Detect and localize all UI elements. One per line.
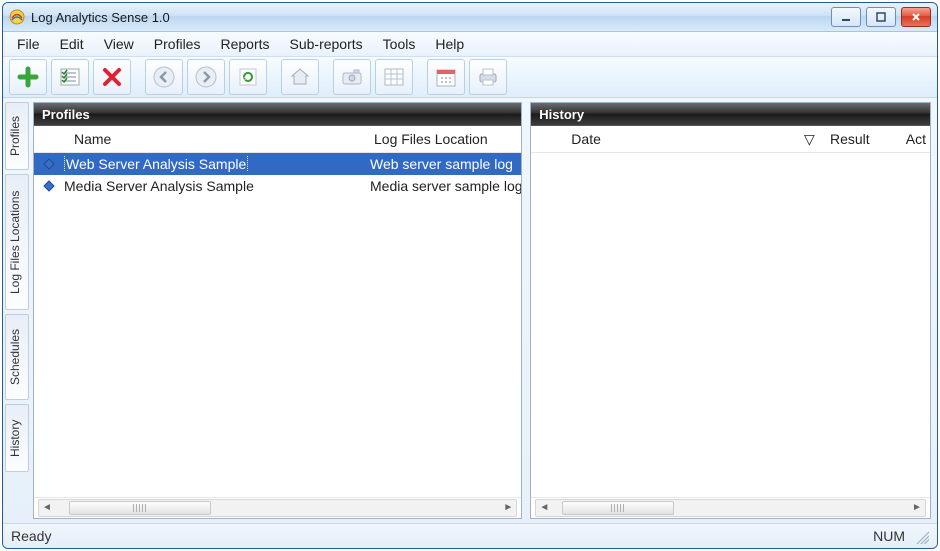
plus-icon [16, 65, 40, 89]
menu-subreports[interactable]: Sub-reports [280, 34, 373, 54]
toolbar-delete-button[interactable] [93, 59, 131, 95]
table-row[interactable]: Media Server Analysis Sample Media serve… [34, 175, 521, 197]
row-name: Media Server Analysis Sample [64, 178, 370, 194]
titlebar[interactable]: Log Analytics Sense 1.0 [3, 3, 937, 32]
toolbar-home-button[interactable] [281, 59, 319, 95]
row-icon [34, 180, 64, 192]
scroll-right-icon[interactable]: ► [500, 500, 516, 514]
profiles-panel: Profiles Name Log Files Location Web Ser… [33, 102, 522, 519]
x-icon [101, 66, 123, 88]
status-left: Ready [11, 528, 51, 544]
sidetab-schedules[interactable]: Schedules [5, 314, 29, 400]
history-rows [531, 153, 930, 497]
toolbar-print-button[interactable] [469, 59, 507, 95]
scroll-left-icon[interactable]: ◄ [536, 500, 552, 514]
toolbar-back-button[interactable] [145, 59, 183, 95]
refresh-icon [238, 67, 258, 87]
close-button[interactable] [901, 7, 931, 27]
scroll-left-icon[interactable]: ◄ [39, 500, 55, 514]
sidetab-log-files-locations[interactable]: Log Files Locations [5, 174, 29, 310]
menu-edit[interactable]: Edit [50, 34, 94, 54]
app-window: Log Analytics Sense 1.0 File Edit View P… [2, 2, 938, 549]
profiles-col-location[interactable]: Log Files Location [364, 131, 521, 147]
minimize-button[interactable] [831, 7, 861, 27]
history-col-result[interactable]: Result [820, 131, 890, 147]
profiles-col-name[interactable]: Name [34, 131, 364, 147]
print-icon [477, 66, 499, 88]
sort-desc-icon: ▽ [804, 131, 815, 147]
menu-reports[interactable]: Reports [210, 34, 279, 54]
profiles-panel-title: Profiles [34, 103, 521, 126]
window-buttons [831, 7, 931, 27]
diamond-icon [43, 180, 55, 192]
history-panel: History Date ▽ Result Act ◄ ► [530, 102, 931, 519]
history-col-date[interactable]: Date [531, 131, 794, 147]
toolbar-camera-button[interactable] [333, 59, 371, 95]
maximize-button[interactable] [866, 7, 896, 27]
toolbar-forward-button[interactable] [187, 59, 225, 95]
table-row[interactable]: Web Server Analysis Sample Web server sa… [34, 153, 521, 175]
toolbar-add-button[interactable] [9, 59, 47, 95]
scroll-thumb[interactable] [562, 501, 674, 515]
toolbar [3, 57, 937, 98]
profiles-rows: Web Server Analysis Sample Web server sa… [34, 153, 521, 497]
menu-file[interactable]: File [7, 34, 50, 54]
back-icon [152, 65, 176, 89]
menu-view[interactable]: View [94, 34, 144, 54]
workspace: Profiles Log Files Locations Schedules H… [3, 98, 937, 523]
forward-icon [194, 65, 218, 89]
history-col-actions[interactable]: Act [890, 131, 930, 147]
scroll-thumb[interactable] [69, 501, 211, 515]
app-icon [9, 9, 25, 25]
grid-icon [384, 68, 404, 86]
sidetab-history[interactable]: History [5, 404, 29, 472]
toolbar-calendar-button[interactable] [427, 59, 465, 95]
toolbar-refresh-button[interactable] [229, 59, 267, 95]
history-panel-title: History [531, 103, 930, 126]
row-icon [34, 158, 64, 170]
profiles-hscroll[interactable]: ◄ ► [34, 497, 521, 518]
statusbar: Ready NUM [3, 523, 937, 548]
resize-grip-icon[interactable] [913, 528, 929, 544]
toolbar-grid-button[interactable] [375, 59, 413, 95]
row-name: Web Server Analysis Sample [64, 156, 370, 172]
toolbar-checklist-button[interactable] [51, 59, 89, 95]
history-columns: Date ▽ Result Act [531, 126, 930, 153]
history-hscroll[interactable]: ◄ ► [531, 497, 930, 518]
menu-profiles[interactable]: Profiles [144, 34, 211, 54]
window-title: Log Analytics Sense 1.0 [31, 10, 831, 25]
side-tabs: Profiles Log Files Locations Schedules H… [3, 98, 31, 523]
profiles-columns: Name Log Files Location [34, 126, 521, 153]
camera-icon [341, 67, 363, 87]
menu-help[interactable]: Help [425, 34, 474, 54]
row-location: Media server sample log [370, 178, 521, 194]
checklist-icon [59, 66, 81, 88]
row-location: Web server sample log [370, 156, 521, 172]
panels: Profiles Name Log Files Location Web Ser… [31, 98, 937, 523]
home-icon [289, 66, 311, 88]
menubar: File Edit View Profiles Reports Sub-repo… [3, 32, 937, 57]
sidetab-profiles[interactable]: Profiles [5, 102, 29, 170]
scroll-right-icon[interactable]: ► [909, 500, 925, 514]
history-col-sort[interactable]: ▽ [794, 131, 820, 148]
menu-tools[interactable]: Tools [373, 34, 426, 54]
diamond-icon [43, 158, 55, 170]
calendar-icon [435, 66, 457, 88]
status-num: NUM [873, 528, 905, 544]
